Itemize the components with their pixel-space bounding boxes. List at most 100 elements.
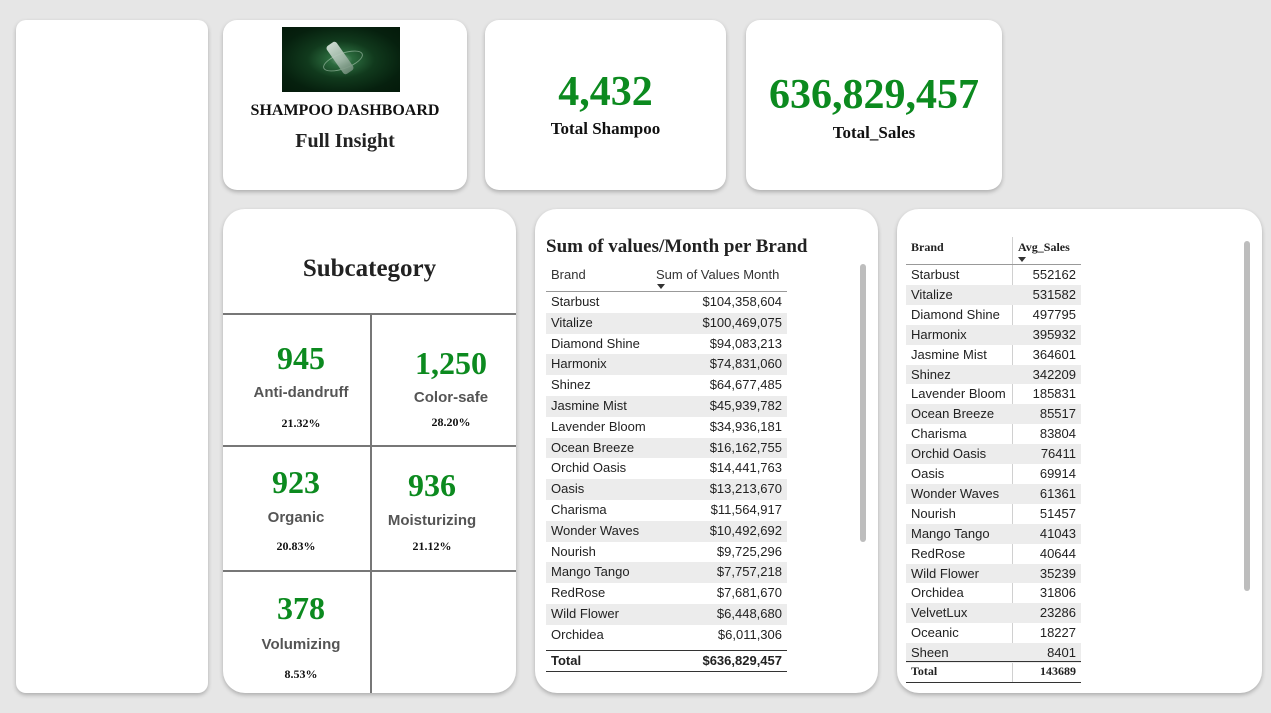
brand-cell: RedRose <box>551 585 606 601</box>
table-row[interactable]: Ocean Breeze 85517 <box>906 404 1081 425</box>
column-header-brand[interactable]: Brand <box>551 267 586 282</box>
table-row[interactable]: Diamond Shine 497795 <box>906 305 1081 325</box>
brand-cell: RedRose <box>911 545 966 561</box>
brand-cell: Wild Flower <box>911 565 979 581</box>
table-row[interactable]: Mango Tango 41043 <box>906 523 1081 544</box>
brand-cell: Ocean Breeze <box>551 439 635 455</box>
value-cell: $7,681,670 <box>716 585 782 601</box>
table-row[interactable]: Orchid Oasis $14,441,763 <box>546 458 787 479</box>
sort-desc-icon[interactable] <box>1018 257 1026 262</box>
value-cell: $9,725,296 <box>716 543 782 559</box>
table-row[interactable]: Starbust $104,358,604 <box>546 292 787 313</box>
table-row[interactable]: Sheen 8401 <box>906 643 1081 663</box>
table-row[interactable]: Jasmine Mist 364601 <box>906 345 1081 365</box>
table-row[interactable]: Charisma $11,564,917 <box>546 500 787 521</box>
value-cell: 185831 <box>1032 386 1076 402</box>
table-row[interactable]: Diamond Shine $94,083,213 <box>546 334 787 355</box>
value-cell: 8401 <box>1047 645 1076 661</box>
brand-cell: Jasmine Mist <box>551 398 627 413</box>
total-label: Total <box>911 664 938 678</box>
dashboard-title: SHAMPOO DASHBOARD <box>250 102 440 119</box>
subcategory-pct: 21.32% <box>281 416 321 430</box>
subcategory-anti-dandruff[interactable]: 945 Anti-dandruff 21.32% <box>228 314 374 445</box>
table-row[interactable]: Harmonix 395932 <box>906 324 1081 345</box>
kpi-value: 4,432 <box>558 69 653 115</box>
brand-cell: Diamond Shine <box>551 335 640 351</box>
table-row[interactable]: Lavender Bloom $34,936,181 <box>546 417 787 438</box>
value-cell: 69914 <box>1039 466 1076 481</box>
table-row[interactable]: Orchidea 31806 <box>906 583 1081 603</box>
brand-cell: Shinez <box>551 377 591 393</box>
kpi-value: 636,829,457 <box>769 72 979 118</box>
table-row[interactable]: Lavender Bloom 185831 <box>906 384 1081 404</box>
value-cell: $6,011,306 <box>717 626 782 642</box>
value-cell: 85517 <box>1039 406 1076 422</box>
table-row[interactable]: Nourish $9,725,296 <box>546 542 787 563</box>
brand-cell: Harmonix <box>551 356 607 372</box>
table-row[interactable]: Wonder Waves $10,492,692 <box>546 520 787 542</box>
table-row[interactable]: Shinez 342209 <box>906 364 1081 385</box>
subcategory-count: 945 <box>277 340 325 376</box>
brand-cell: Orchid Oasis <box>911 446 987 462</box>
table-row[interactable]: Shinez $64,677,485 <box>546 375 787 396</box>
value-cell: 83804 <box>1039 426 1076 442</box>
table-row[interactable]: Charisma 83804 <box>906 424 1081 444</box>
kpi-total-shampoo: 4,432 Total Shampoo <box>485 20 726 190</box>
subcategory-pct: 28.20% <box>431 415 471 429</box>
subcategory-card: Subcategory 945 Anti-dandruff 21.32% 1,2… <box>223 209 516 693</box>
table-row[interactable]: RedRose $7,681,670 <box>546 583 787 604</box>
table-row[interactable]: Oceanic 18227 <box>906 623 1081 643</box>
scrollbar[interactable] <box>860 264 866 542</box>
brand-sum-table: Brand Sum of Values Month Starbust $104,3… <box>546 264 787 674</box>
total-value: $636,829,457 <box>702 652 782 668</box>
dashboard-subtitle: Full Insight <box>295 130 395 152</box>
subcategory-name: Moisturizing <box>387 512 477 529</box>
value-cell: 23286 <box>1039 605 1076 621</box>
value-cell: 342209 <box>1032 366 1076 382</box>
table-row[interactable]: Mango Tango $7,757,218 <box>546 562 787 584</box>
table-row[interactable]: Vitalize $100,469,075 <box>546 312 787 334</box>
column-header-sum-values[interactable]: Sum of Values Month <box>656 267 779 282</box>
table-row[interactable]: Oasis $13,213,670 <box>546 479 787 500</box>
table-row[interactable]: Orchidea $6,011,306 <box>546 625 787 646</box>
subcategory-count: 923 <box>272 464 320 500</box>
table-row[interactable]: Harmonix $74,831,060 <box>546 354 787 376</box>
brand-cell: Diamond Shine <box>911 306 1000 322</box>
column-header-brand[interactable]: Brand <box>911 240 944 255</box>
kpi-label: Total_Sales <box>832 123 916 142</box>
subcategory-count: 1,250 <box>415 345 487 381</box>
total-row: Total 143689 <box>906 661 1081 683</box>
column-header-avg-sales[interactable]: Avg_Sales <box>1018 240 1070 255</box>
value-cell: 531582 <box>1032 286 1076 302</box>
kpi-label: Total Shampoo <box>550 119 661 138</box>
value-cell: $100,469,075 <box>702 314 782 330</box>
table-row[interactable]: Starbust 552162 <box>906 265 1081 285</box>
table-row[interactable]: Orchid Oasis 76411 <box>906 444 1081 464</box>
scrollbar[interactable] <box>1244 241 1250 591</box>
table-row[interactable]: Oasis 69914 <box>906 464 1081 484</box>
table-row[interactable]: VelvetLux 23286 <box>906 603 1081 624</box>
table-row[interactable]: Nourish 51457 <box>906 504 1081 524</box>
subcategory-moisturizing[interactable]: 936 Moisturizing 21.12% <box>359 447 505 570</box>
table-row[interactable]: Ocean Breeze $16,162,755 <box>546 437 787 459</box>
brand-cell: Vitalize <box>911 286 953 302</box>
subcategory-volumizing[interactable]: 378 Volumizing 8.53% <box>228 572 374 693</box>
table-row[interactable]: Wild Flower $6,448,680 <box>546 604 787 625</box>
table-row[interactable]: Wild Flower 35239 <box>906 563 1081 584</box>
table-row[interactable]: Vitalize 531582 <box>906 284 1081 305</box>
brand-cell: Lavender Bloom <box>911 386 1006 402</box>
total-label: Total <box>551 652 582 668</box>
sort-desc-icon[interactable] <box>657 284 665 289</box>
table-row[interactable]: RedRose 40644 <box>906 544 1081 564</box>
value-cell: 76411 <box>1040 446 1076 462</box>
value-cell: $16,162,755 <box>709 439 782 455</box>
value-cell: 41043 <box>1039 525 1076 541</box>
value-cell: 51457 <box>1039 505 1076 521</box>
brand-cell: Ocean Breeze <box>911 406 995 422</box>
subcategory-color-safe[interactable]: 1,250 Color-safe 28.20% <box>378 314 516 445</box>
table-row[interactable]: Jasmine Mist $45,939,782 <box>546 396 787 417</box>
brand-cell: Oasis <box>551 481 585 497</box>
brand-cell: Sheen <box>911 645 949 661</box>
subcategory-organic[interactable]: 923 Organic 20.83% <box>223 447 369 570</box>
table-row[interactable]: Wonder Waves 61361 <box>906 483 1081 504</box>
